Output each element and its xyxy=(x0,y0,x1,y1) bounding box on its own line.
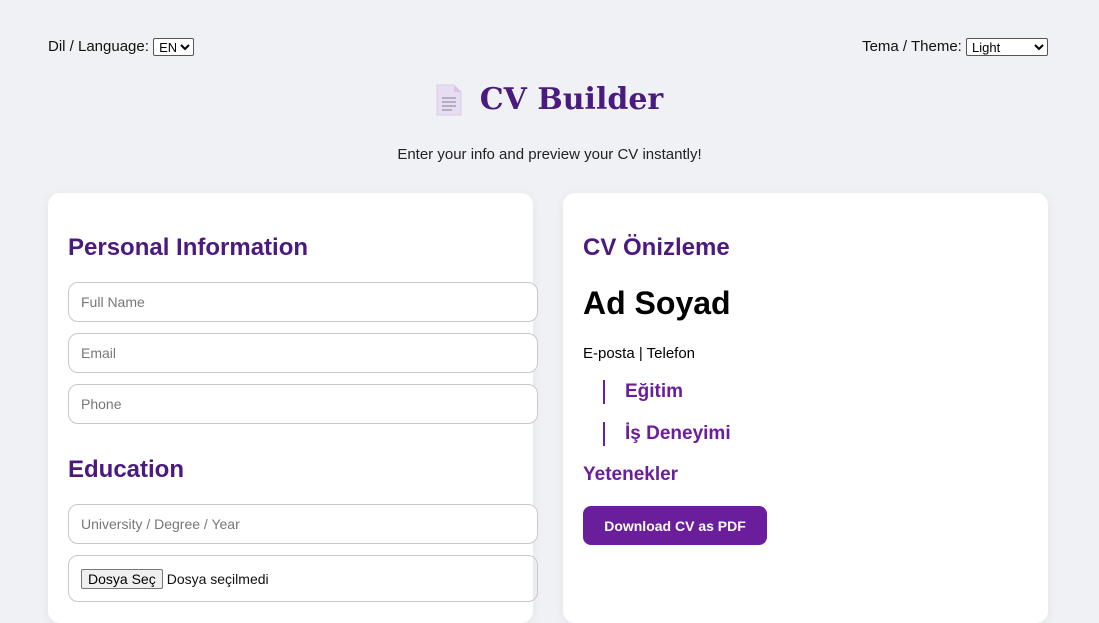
language-label: Dil / Language: xyxy=(48,38,149,55)
page-title-text: CV Builder xyxy=(479,82,664,117)
preview-card: CV Önizleme Ad Soyad E-posta | Telefon E… xyxy=(563,193,1048,623)
page-subtitle: Enter your info and preview your CV inst… xyxy=(397,146,702,163)
top-bar: Dil / Language: EN Tema / Theme: Light xyxy=(48,38,1048,57)
language-control: Dil / Language: EN xyxy=(48,38,195,57)
full-name-input[interactable] xyxy=(68,282,538,322)
education-input[interactable] xyxy=(68,504,538,544)
theme-control: Tema / Theme: Light xyxy=(862,38,1048,57)
download-pdf-button[interactable]: Download CV as PDF xyxy=(583,506,767,545)
cv-contact: E-posta | Telefon xyxy=(583,345,696,362)
form-card: Personal Information Education Dosya Seç… xyxy=(48,193,538,623)
cv-experience-section: İş Deneyimi xyxy=(603,422,731,446)
personal-info-heading: Personal Information xyxy=(68,234,309,261)
page-title: CV Builder xyxy=(436,82,663,117)
preview-heading: CV Önizleme xyxy=(583,234,730,261)
document-icon xyxy=(436,84,462,115)
email-input[interactable] xyxy=(68,333,538,373)
file-status: Dosya seçilmedi xyxy=(166,570,269,587)
theme-label: Tema / Theme: xyxy=(862,38,962,55)
cv-education-section: Eğitim xyxy=(603,380,683,404)
education-heading: Education xyxy=(68,456,185,483)
theme-select[interactable]: Light xyxy=(966,38,1048,57)
choose-file-button[interactable]: Dosya Seç xyxy=(81,568,163,589)
language-select[interactable]: EN xyxy=(153,38,195,57)
page-header: CV Builder xyxy=(0,82,1099,121)
file-upload-field: Dosya Seç Dosya seçilmedi xyxy=(68,555,538,602)
phone-input[interactable] xyxy=(68,384,538,424)
cv-name: Ad Soyad xyxy=(583,285,731,321)
cv-skills-section: Yetenekler xyxy=(583,464,679,485)
